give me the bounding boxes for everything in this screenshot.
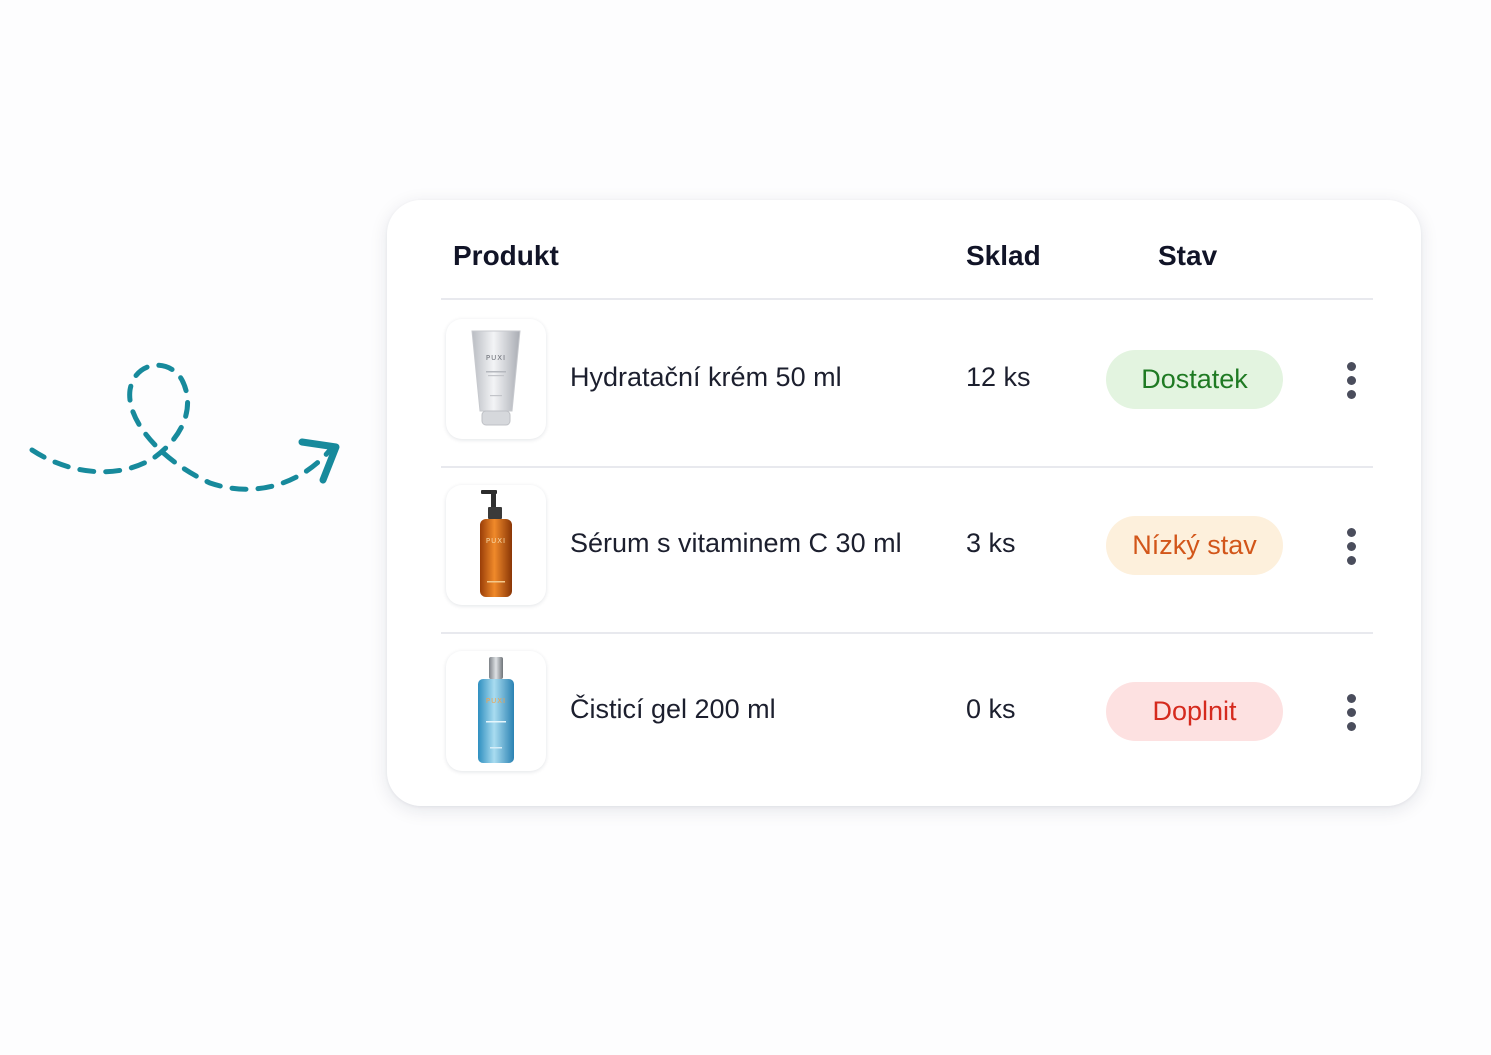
stock-count: 0 ks <box>966 694 1016 724</box>
more-options-icon[interactable] <box>1337 692 1365 734</box>
svg-text:PUXI: PUXI <box>486 697 506 705</box>
stage: Produkt Sklad Stav PUXI Hydratační krém … <box>0 0 1491 1055</box>
product-thumbnail: PUXI <box>446 485 546 605</box>
product-thumbnail: PUXI <box>446 651 546 771</box>
column-header-status: Stav <box>1158 240 1218 271</box>
svg-text:PUXI: PUXI <box>486 537 506 545</box>
stock-count: 12 ks <box>966 362 1031 392</box>
cream-tube-icon: PUXI <box>471 330 521 426</box>
status-badge: Doplnit <box>1106 682 1283 741</box>
stock-count: 3 ks <box>966 528 1016 558</box>
table-header: Produkt Sklad Stav <box>441 200 1373 300</box>
svg-text:PUXI: PUXI <box>486 354 506 362</box>
table-row[interactable]: PUXI Sérum s vitaminem C 30 ml 3 ks Nízk… <box>441 466 1373 634</box>
dashed-arrow-icon <box>29 362 340 492</box>
table-row[interactable]: PUXI Hydratační krém 50 ml 12 ks Dostate… <box>441 300 1373 468</box>
more-options-icon[interactable] <box>1337 360 1365 402</box>
cleansing-gel-bottle-icon: PUXI <box>478 657 514 763</box>
more-options-icon[interactable] <box>1337 526 1365 568</box>
column-header-stock: Sklad <box>966 240 1041 271</box>
table-row[interactable]: PUXI Čisticí gel 200 ml 0 ks Doplnit <box>441 632 1373 798</box>
product-name: Čisticí gel 200 ml <box>570 694 776 724</box>
serum-pump-bottle-icon: PUXI <box>480 490 512 597</box>
product-thumbnail: PUXI <box>446 319 546 439</box>
status-badge: Dostatek <box>1106 350 1283 409</box>
product-name: Sérum s vitaminem C 30 ml <box>570 528 902 558</box>
status-badge: Nízký stav <box>1106 516 1283 575</box>
column-header-product: Produkt <box>453 240 559 271</box>
inventory-card: Produkt Sklad Stav PUXI Hydratační krém … <box>387 200 1421 806</box>
product-name: Hydratační krém 50 ml <box>570 362 842 392</box>
